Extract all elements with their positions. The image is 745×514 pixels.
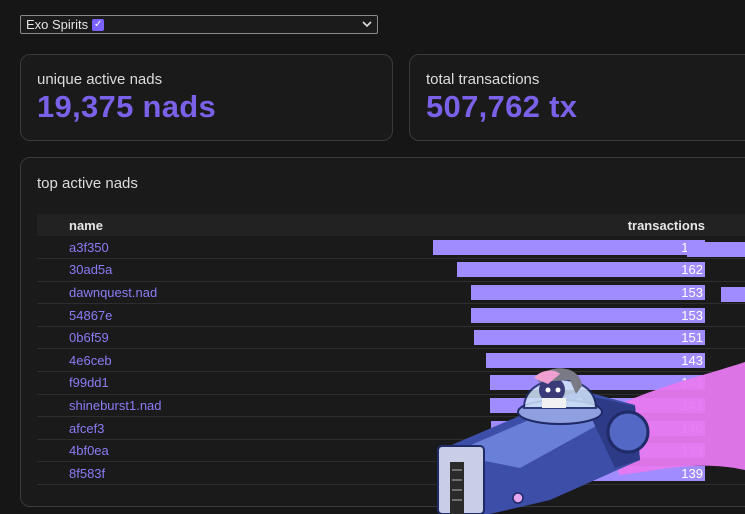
row-name-link[interactable]: afcef3 bbox=[37, 417, 319, 440]
row-name-link[interactable]: shineburst1.nad bbox=[37, 394, 319, 417]
row-name-link[interactable]: dawnquest.nad bbox=[37, 281, 319, 304]
checkbox-icon: ✓ bbox=[92, 18, 105, 31]
unique-active-card: unique active nads 19,375 nads bbox=[20, 54, 393, 141]
transactions-value: 153 bbox=[681, 307, 703, 323]
transactions-bar bbox=[471, 284, 705, 300]
row-name-link[interactable]: 54867e bbox=[37, 304, 319, 327]
transactions-bar bbox=[474, 330, 705, 346]
total-transactions-value: 507,762 tx bbox=[426, 89, 578, 124]
total-transactions-label: total transactions bbox=[426, 71, 540, 88]
row-name-link[interactable]: 30ad5a bbox=[37, 259, 319, 282]
chevron-down-icon bbox=[362, 21, 372, 28]
transactions-bar bbox=[471, 307, 705, 323]
transactions-bar bbox=[433, 239, 705, 255]
row-name-link[interactable]: a3f350 bbox=[37, 236, 319, 259]
table-row: 0b6f59 151 bbox=[37, 326, 745, 349]
total-transactions-card: total transactions 507,762 tx bbox=[409, 54, 745, 141]
row-name-link[interactable]: 0b6f59 bbox=[37, 326, 319, 349]
transactions-value: 162 bbox=[681, 262, 703, 278]
table-row: 30ad5a 162 bbox=[37, 259, 745, 282]
extra-bar bbox=[721, 287, 745, 302]
astronaut-blaster-mascot-icon bbox=[437, 362, 745, 514]
top-active-title: top active nads bbox=[37, 175, 138, 192]
table-row: 54867e 153 bbox=[37, 304, 745, 327]
table-row: dawnquest.nad 153 bbox=[37, 281, 745, 304]
unique-active-label: unique active nads bbox=[37, 71, 163, 88]
column-header-name[interactable]: name bbox=[37, 214, 319, 236]
collection-select-value: Exo Spirits bbox=[26, 17, 89, 32]
row-name-link[interactable]: 4bf0ea bbox=[37, 439, 319, 462]
row-name-link[interactable]: 4e6ceb bbox=[37, 349, 319, 372]
transactions-value: 151 bbox=[681, 330, 703, 346]
column-header-transactions[interactable]: transactions bbox=[319, 214, 705, 236]
row-name-link[interactable]: f99dd1 bbox=[37, 372, 319, 395]
table-header: name transactions bbox=[37, 214, 745, 236]
transactions-value: 153 bbox=[681, 284, 703, 300]
transactions-bar bbox=[457, 262, 705, 278]
table-row: a3f350178 bbox=[37, 236, 745, 259]
collection-select[interactable]: Exo Spirits ✓ bbox=[20, 15, 378, 34]
row-name-link[interactable]: 8f583f bbox=[37, 462, 319, 485]
extra-bar bbox=[687, 242, 745, 257]
unique-active-value: 19,375 nads bbox=[37, 89, 217, 124]
